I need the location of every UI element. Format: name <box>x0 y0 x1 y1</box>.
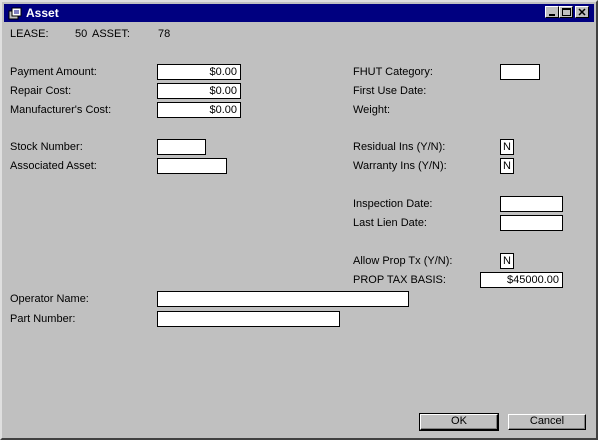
manufacturers-cost-field[interactable]: $0.00 <box>157 102 241 118</box>
first-use-date-label: First Use Date: <box>353 85 427 97</box>
allow-prop-tx-field[interactable]: N <box>500 253 514 269</box>
operator-name-label: Operator Name: <box>10 293 89 305</box>
associated-asset-field[interactable] <box>157 158 227 174</box>
minimize-icon <box>549 14 555 16</box>
maximize-icon <box>562 8 571 16</box>
manufacturers-cost-label: Manufacturer's Cost: <box>10 104 112 116</box>
repair-cost-field[interactable]: $0.00 <box>157 83 241 99</box>
prop-tax-basis-field[interactable]: $45000.00 <box>480 272 563 288</box>
asset-value: 78 <box>158 28 171 40</box>
last-lien-date-label: Last Lien Date: <box>353 217 427 229</box>
stock-number-label: Stock Number: <box>10 141 83 153</box>
window-title: Asset <box>26 6 59 20</box>
operator-name-field[interactable] <box>157 291 409 307</box>
payment-amount-field[interactable]: $0.00 <box>157 64 241 80</box>
repair-cost-label: Repair Cost: <box>10 85 72 97</box>
inspection-date-label: Inspection Date: <box>353 198 433 210</box>
lease-value: 50 <box>75 28 88 40</box>
close-button[interactable] <box>575 6 589 18</box>
asset-window: Asset LEASE: 50 ASSET: 78 Payment Amount… <box>0 0 598 440</box>
allow-prop-tx-label: Allow Prop Tx (Y/N): <box>353 255 453 267</box>
asset-label: ASSET: <box>92 28 130 40</box>
inspection-date-field[interactable] <box>500 196 563 212</box>
residual-ins-label: Residual Ins (Y/N): <box>353 141 446 153</box>
fhut-category-label: FHUT Category: <box>353 66 433 78</box>
residual-ins-field[interactable]: N <box>500 139 514 155</box>
title-bar[interactable]: Asset <box>4 4 594 22</box>
associated-asset-label: Associated Asset: <box>10 160 97 172</box>
cancel-button[interactable]: Cancel <box>508 414 586 430</box>
stock-number-field[interactable] <box>157 139 206 155</box>
part-number-label: Part Number: <box>10 313 76 325</box>
minimize-button[interactable] <box>545 6 559 18</box>
warranty-ins-field[interactable]: N <box>500 158 514 174</box>
maximize-button[interactable] <box>559 6 573 18</box>
payment-amount-label: Payment Amount: <box>10 66 97 78</box>
part-number-field[interactable] <box>157 311 340 327</box>
fhut-category-field[interactable] <box>500 64 540 80</box>
ok-button[interactable]: OK <box>419 413 499 431</box>
app-icon <box>8 6 22 20</box>
prop-tax-basis-label: PROP TAX BASIS: <box>353 274 446 286</box>
lease-label: LEASE: <box>10 28 49 40</box>
weight-label: Weight: <box>353 104 391 116</box>
last-lien-date-field[interactable] <box>500 215 563 231</box>
warranty-ins-label: Warranty Ins (Y/N): <box>353 160 447 172</box>
close-icon <box>578 8 586 16</box>
